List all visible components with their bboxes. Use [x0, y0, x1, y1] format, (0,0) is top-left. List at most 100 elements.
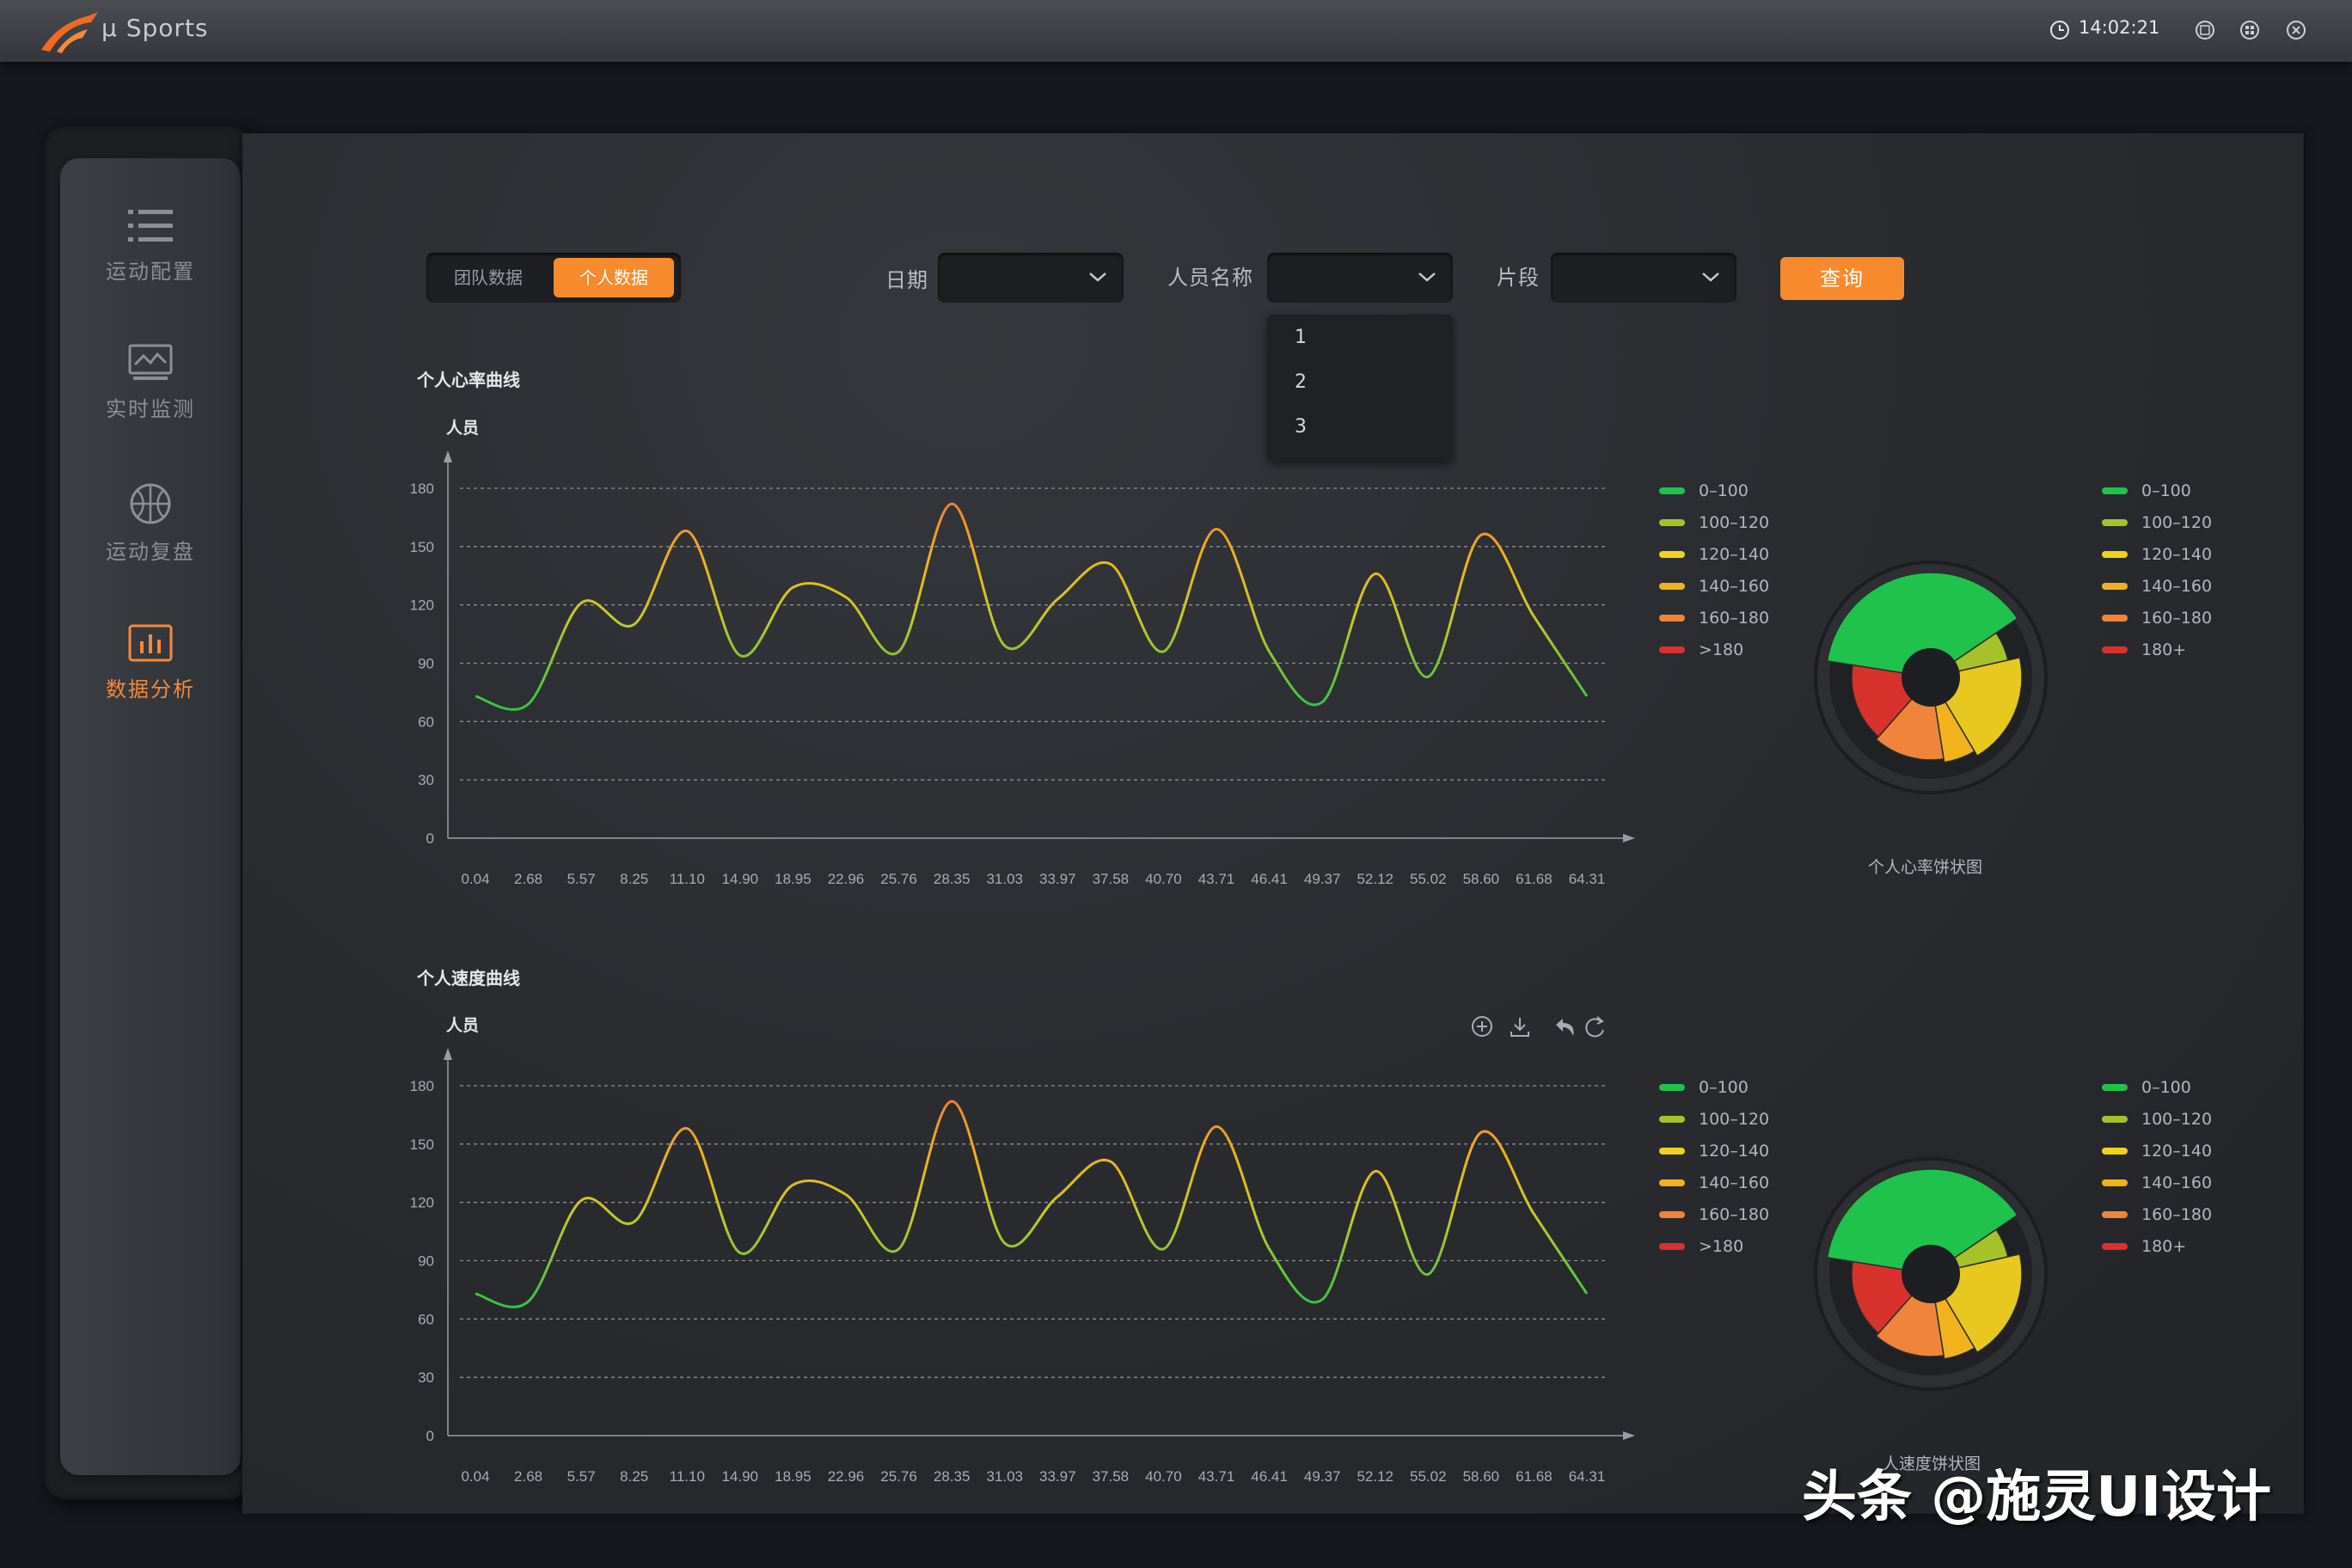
x-tick-label: 14.90: [722, 871, 759, 887]
x-tick-label: 46.41: [1251, 1468, 1288, 1485]
legend-label: 100–120: [2141, 1109, 2213, 1129]
legend-label: 120–140: [2141, 544, 2213, 564]
legend-swatch: [2102, 1147, 2128, 1155]
legend-swatch: [1659, 518, 1685, 526]
charts-canvas: 0 30 60 90 120 150 180 0.04 2.68 5.57 8.25 11.10 14.…: [410, 450, 2048, 1485]
legend-item[interactable]: 160–180: [2102, 1198, 2212, 1230]
legend-label: 120–140: [1699, 1141, 1770, 1161]
legend-label: 180+: [2141, 1236, 2187, 1256]
x-tick-label: 14.90: [722, 1468, 759, 1485]
legend-item[interactable]: 0–100: [2102, 475, 2212, 506]
legend-item[interactable]: 180+: [2102, 1230, 2212, 1262]
x-tick-label: 0.04: [461, 1468, 489, 1485]
legend-swatch: [2102, 550, 2128, 558]
x-tick-label: 33.97: [1039, 871, 1076, 887]
legend-item[interactable]: 120–140: [2102, 1135, 2212, 1167]
legend-label: 100–120: [1699, 512, 1770, 532]
legend-swatch: [1659, 1210, 1685, 1218]
legend-item[interactable]: 0–100: [1659, 475, 1769, 506]
pie-hole: [1902, 648, 1960, 707]
legend-swatch: [2102, 1179, 2128, 1186]
y-tick-label: 60: [418, 714, 434, 730]
series-line: [475, 1099, 1589, 1308]
x-tick-label: 5.57: [567, 1468, 596, 1485]
legend-label: >180: [1699, 640, 1744, 659]
y-tick-label: 180: [410, 1078, 434, 1094]
y-tick-label: 120: [410, 1195, 434, 1211]
x-tick-label: 28.35: [934, 1468, 971, 1485]
x-tick-label: 18.95: [775, 871, 812, 887]
legend-item[interactable]: 0–100: [1659, 1071, 1769, 1103]
legend-item[interactable]: 140–160: [2102, 1167, 2212, 1198]
x-tick-label: 31.03: [986, 871, 1023, 887]
download-icon[interactable]: [1510, 1018, 1529, 1037]
legend-swatch: [2102, 487, 2128, 494]
x-tick-label: 49.37: [1304, 871, 1341, 887]
legend-swatch: [1659, 1179, 1685, 1186]
legend-swatch: [1659, 487, 1685, 494]
legend-label: 160–180: [1699, 608, 1770, 628]
y-tick-label: 0: [426, 1428, 434, 1444]
x-tick-label: 52.12: [1357, 1468, 1393, 1485]
heart-legend-right: 0–100 100–120 120–140 140–160 160–180 180+: [2102, 475, 2212, 665]
x-tick-label: 43.71: [1198, 871, 1235, 887]
x-tick-label: 37.58: [1093, 871, 1130, 887]
legend-label: 140–160: [2141, 1173, 2213, 1192]
legend-label: 140–160: [1699, 1173, 1770, 1192]
x-tick-label: 61.68: [1516, 871, 1553, 887]
x-tick-label: 11.10: [670, 871, 705, 887]
x-tick-label: 55.02: [1410, 871, 1447, 887]
x-tick-label: 64.31: [1569, 1468, 1606, 1485]
legend-item[interactable]: 140–160: [2102, 570, 2212, 602]
refresh-icon[interactable]: [1585, 1016, 1604, 1038]
legend-label: 140–160: [1699, 576, 1770, 596]
x-tick-label: 33.97: [1039, 1468, 1076, 1485]
legend-label: 160–180: [2141, 608, 2213, 628]
legend-swatch: [2102, 1242, 2128, 1250]
legend-item[interactable]: 140–160: [1659, 570, 1769, 602]
x-tick-label: 2.68: [514, 1468, 542, 1485]
x-tick-label: 22.96: [828, 1468, 865, 1485]
x-tick-label: 2.68: [514, 871, 542, 887]
x-tick-label: 40.70: [1145, 1468, 1182, 1485]
legend-swatch: [2102, 646, 2128, 653]
legend-swatch: [1659, 646, 1685, 653]
zoom-icon[interactable]: [1472, 1016, 1492, 1037]
x-tick-label: 46.41: [1251, 871, 1288, 887]
x-tick-label: 40.70: [1145, 871, 1182, 887]
x-tick-label: 18.95: [775, 1468, 812, 1485]
x-tick-label: 0.04: [461, 871, 489, 887]
x-tick-label: 8.25: [620, 871, 648, 887]
legend-item[interactable]: 160–180: [1659, 602, 1769, 634]
legend-label: 120–140: [1699, 544, 1770, 564]
legend-item[interactable]: 160–180: [2102, 602, 2212, 634]
legend-swatch: [1659, 582, 1685, 590]
x-tick-label: 31.03: [986, 1468, 1023, 1485]
legend-item[interactable]: 100–120: [1659, 506, 1769, 538]
legend-label: 100–120: [1699, 1109, 1770, 1129]
legend-swatch: [2102, 582, 2128, 590]
x-tick-label: 11.10: [670, 1468, 705, 1485]
legend-swatch: [1659, 614, 1685, 622]
undo-icon[interactable]: [1556, 1019, 1574, 1036]
legend-swatch: [2102, 614, 2128, 622]
x-tick-label: 5.57: [567, 871, 596, 887]
legend-item[interactable]: 120–140: [2102, 538, 2212, 570]
legend-item[interactable]: >180: [1659, 1230, 1769, 1262]
legend-swatch: [1659, 1242, 1685, 1250]
legend-item[interactable]: 100–120: [2102, 506, 2212, 538]
legend-item[interactable]: 120–140: [1659, 538, 1769, 570]
legend-item[interactable]: >180: [1659, 634, 1769, 665]
x-tick-label: 8.25: [620, 1468, 648, 1485]
x-tick-label: 25.76: [880, 1468, 917, 1485]
legend-swatch: [1659, 550, 1685, 558]
legend-label: 100–120: [2141, 512, 2213, 532]
legend-item[interactable]: 120–140: [1659, 1135, 1769, 1167]
legend-item[interactable]: 140–160: [1659, 1167, 1769, 1198]
legend-item[interactable]: 0–100: [2102, 1071, 2212, 1103]
x-tick-label: 25.76: [880, 871, 917, 887]
legend-item[interactable]: 160–180: [1659, 1198, 1769, 1230]
legend-item[interactable]: 180+: [2102, 634, 2212, 665]
legend-item[interactable]: 100–120: [2102, 1103, 2212, 1135]
legend-item[interactable]: 100–120: [1659, 1103, 1769, 1135]
